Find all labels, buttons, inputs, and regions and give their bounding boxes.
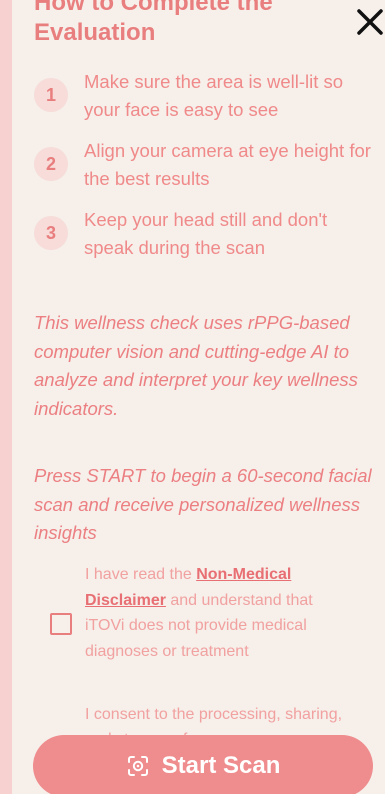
start-scan-label: Start Scan (161, 752, 281, 779)
step-item: 2 Align your camera at eye height for th… (34, 137, 384, 193)
start-scan-button[interactable]: Start Scan (33, 735, 373, 794)
wellness-description: This wellness check uses rPPG-based comp… (34, 312, 358, 419)
step-item: 3 Keep your head still and don't speak d… (34, 206, 384, 262)
step-item: 1 Make sure the area is well-lit so your… (34, 68, 384, 124)
step-text: Make sure the area is well-lit so your f… (84, 71, 344, 120)
disclaimer-checkbox[interactable] (50, 613, 72, 635)
step-number-badge: 1 (34, 78, 68, 112)
start-instruction: Press START to begin a 60-second facial … (34, 465, 372, 543)
step-text: Align your camera at eye height for the … (84, 140, 371, 189)
disclaimer-prefix: I have read the (85, 566, 197, 583)
step-number-badge: 2 (34, 147, 68, 181)
evaluation-modal: How to Complete the Evaluation 1 Make su… (12, 0, 385, 794)
steps-list: 1 Make sure the area is well-lit so your… (34, 68, 384, 275)
close-icon (357, 9, 383, 35)
modal-title: How to Complete the Evaluation (34, 0, 273, 46)
disclaimer-text: I have read the Non-Medical Disclaimer a… (85, 562, 355, 664)
step-text: Keep your head still and don't speak dur… (84, 209, 328, 258)
step-number-badge: 3 (34, 216, 68, 250)
scan-face-icon (126, 754, 150, 778)
close-button[interactable] (353, 5, 385, 39)
